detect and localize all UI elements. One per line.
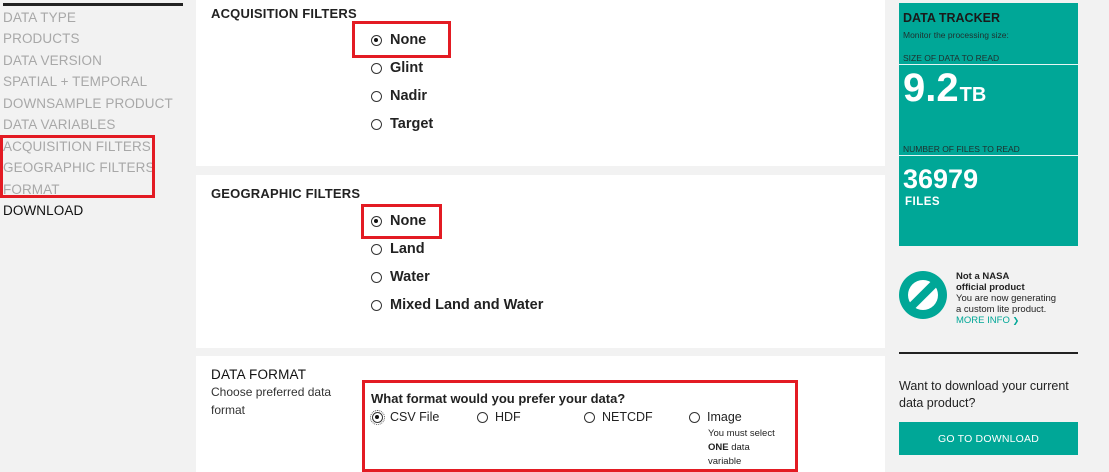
radio-icon[interactable] (371, 118, 382, 130)
geographic-filters-title: GEOGRAPHIC FILTERS (211, 186, 361, 201)
nasa-notice-line: You are now generating (956, 293, 1057, 304)
note-line: variable (708, 456, 742, 467)
tracker-divider (899, 64, 1078, 65)
nasa-notice: Not a NASA official product You are now … (956, 271, 1056, 326)
geographic-filters-panel: GEOGRAPHIC FILTERS None Land Water Mixed… (196, 175, 885, 348)
chevron-right-icon[interactable]: ❯ (1012, 316, 1019, 325)
files-value: 36979 (903, 164, 979, 194)
go-to-download-button[interactable]: GO TO DOWNLOAD (899, 422, 1078, 455)
geographic-option-none[interactable]: None (371, 213, 426, 229)
nav-top-rule (3, 3, 183, 6)
radio-icon[interactable] (477, 411, 488, 423)
nasa-notice-line: Not a NASA (956, 271, 1010, 282)
nav-item-spatial-temporal[interactable]: SPATIAL + TEMPORAL (3, 74, 147, 89)
radio-label: None (390, 213, 427, 229)
description-line: Choose preferred data (211, 385, 332, 399)
radio-icon[interactable] (584, 411, 595, 423)
download-divider (899, 352, 1078, 354)
data-format-panel: DATA FORMAT Choose preferred data format… (196, 356, 885, 472)
geographic-option-mixed-land-water[interactable]: Mixed Land and Water (371, 297, 543, 313)
size-number: 9.2 (903, 66, 959, 110)
geographic-option-land[interactable]: Land (371, 241, 425, 257)
radio-label: Target (390, 116, 434, 132)
nav-item-data-type[interactable]: DATA TYPE (3, 10, 76, 25)
radio-label: None (390, 32, 427, 48)
radio-label: Water (390, 269, 430, 285)
note-line: ONE data (708, 441, 775, 455)
radio-icon[interactable] (371, 215, 382, 227)
more-info-link[interactable]: MORE INFO ❯ (956, 315, 1056, 326)
data-tracker: DATA TRACKER Monitor the processing size… (899, 3, 1078, 246)
acquisition-option-target[interactable]: Target (371, 116, 433, 132)
radio-label: NETCDF (602, 410, 653, 424)
nasa-notice-line: a custom lite product. (956, 304, 1047, 315)
note-text: data (728, 442, 750, 453)
nav-item-format[interactable]: FORMAT (3, 182, 60, 197)
size-value: 9.2TB (903, 66, 986, 111)
left-navigation: DATA TYPE PRODUCTS DATA VERSION SPATIAL … (0, 0, 183, 472)
data-format-description: Choose preferred data format (211, 383, 331, 419)
more-info-label[interactable]: MORE INFO (956, 315, 1010, 326)
radio-icon[interactable] (371, 271, 382, 283)
radio-label: Land (390, 241, 425, 257)
image-format-note: You must select ONE data variable (708, 427, 775, 469)
data-tracker-title: DATA TRACKER (903, 11, 1000, 25)
radio-icon[interactable] (370, 409, 385, 425)
format-option-hdf[interactable]: HDF (477, 410, 521, 424)
acquisition-filters-panel: ACQUISITION FILTERS None Glint Nadir Tar… (196, 0, 885, 166)
size-unit: TB (959, 84, 987, 106)
radio-label: HDF (495, 410, 521, 424)
files-unit: FILES (905, 196, 941, 208)
radio-icon[interactable] (371, 299, 382, 311)
radio-icon[interactable] (371, 34, 382, 46)
data-tracker-subtitle: Monitor the processing size: (903, 30, 1009, 40)
radio-label: Nadir (390, 88, 428, 104)
nasa-notice-line: official product (956, 282, 1025, 293)
nav-item-products[interactable]: PRODUCTS (3, 31, 80, 46)
radio-icon[interactable] (371, 90, 382, 102)
geographic-option-water[interactable]: Water (371, 269, 430, 285)
note-line: You must select (708, 428, 775, 439)
nav-item-acquisition-filters[interactable]: ACQUISITION FILTERS (3, 139, 151, 154)
nav-item-geographic-filters[interactable]: GEOGRAPHIC FILTERS (3, 160, 155, 175)
nav-item-downsample-product[interactable]: DOWNSAMPLE PRODUCT (3, 96, 173, 111)
acquisition-filters-title: ACQUISITION FILTERS (211, 6, 357, 21)
nav-item-data-variables[interactable]: DATA VARIABLES (3, 117, 115, 132)
description-line: format (211, 403, 246, 417)
acquisition-option-nadir[interactable]: Nadir (371, 88, 427, 104)
format-option-image[interactable]: Image (689, 410, 742, 424)
nav-item-download[interactable]: DOWNLOAD (3, 203, 83, 218)
acquisition-option-glint[interactable]: Glint (371, 60, 423, 76)
prohibited-icon (899, 271, 947, 319)
radio-label: Image (707, 410, 742, 424)
radio-label: CSV File (390, 410, 440, 424)
tracker-divider (899, 155, 1078, 156)
size-label: SIZE OF DATA TO READ (903, 53, 1000, 63)
radio-label: Glint (390, 60, 424, 76)
radio-label: Mixed Land and Water (390, 297, 544, 313)
format-option-csv[interactable]: CSV File (370, 409, 440, 425)
data-format-title: DATA FORMAT (211, 367, 307, 382)
radio-icon[interactable] (689, 411, 700, 423)
acquisition-option-none[interactable]: None (371, 32, 426, 48)
radio-icon[interactable] (371, 243, 382, 255)
format-question: What format would you prefer your data? (371, 391, 626, 406)
radio-icon[interactable] (371, 62, 382, 74)
download-question: Want to download your current data produ… (899, 379, 1069, 410)
files-label: NUMBER OF FILES TO READ (903, 144, 1020, 154)
note-bold: ONE (708, 442, 729, 453)
nav-item-data-version[interactable]: DATA VERSION (3, 53, 102, 68)
format-option-netcdf[interactable]: NETCDF (584, 410, 653, 424)
